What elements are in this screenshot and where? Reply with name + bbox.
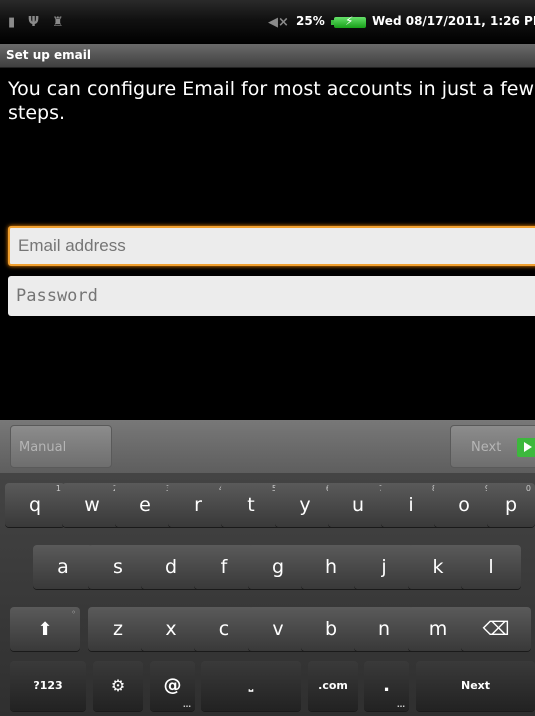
arrow-right-icon bbox=[517, 438, 535, 457]
key-x[interactable]: x bbox=[141, 607, 201, 651]
key-d[interactable]: d bbox=[141, 545, 201, 589]
keyboard-next-key[interactable]: Next bbox=[416, 661, 535, 711]
key-a[interactable]: a bbox=[33, 545, 93, 589]
key-e[interactable]: e3 bbox=[115, 483, 175, 527]
key-g[interactable]: g bbox=[248, 545, 308, 589]
space-key[interactable]: ⎵ bbox=[201, 661, 301, 711]
key-l[interactable]: l bbox=[461, 545, 521, 589]
key-r[interactable]: r4 bbox=[168, 483, 228, 527]
key-u[interactable]: u7 bbox=[328, 483, 388, 527]
password-field[interactable] bbox=[8, 276, 535, 316]
key-k[interactable]: k bbox=[408, 545, 468, 589]
key-c[interactable]: c bbox=[194, 607, 254, 651]
action-bar: Manual setup Next bbox=[0, 420, 535, 498]
next-label: Next bbox=[471, 440, 502, 455]
at-key[interactable]: @… bbox=[150, 661, 195, 711]
key-f[interactable]: f bbox=[194, 545, 254, 589]
key-t[interactable]: t5 bbox=[221, 483, 281, 527]
backspace-icon: ⌫ bbox=[482, 618, 510, 640]
key-o[interactable]: o9 bbox=[434, 483, 494, 527]
shift-key[interactable]: ⬆ ◦ bbox=[10, 607, 80, 651]
symbols-key[interactable]: ?123 bbox=[10, 661, 86, 711]
key-q[interactable]: q1 bbox=[5, 483, 65, 527]
manual-setup-button[interactable]: Manual setup bbox=[10, 425, 112, 498]
key-i[interactable]: i8 bbox=[381, 483, 441, 527]
key-s[interactable]: s bbox=[88, 545, 148, 589]
backspace-key[interactable]: ⌫ bbox=[461, 607, 531, 651]
battery-percent: 25% bbox=[296, 14, 325, 28]
key-n[interactable]: n bbox=[354, 607, 414, 651]
key-w[interactable]: w2 bbox=[62, 483, 122, 527]
key-j[interactable]: j bbox=[354, 545, 414, 589]
key-b[interactable]: b bbox=[301, 607, 361, 651]
period-key[interactable]: .… bbox=[364, 661, 409, 711]
settings-icon: ⚙ bbox=[110, 676, 126, 695]
key-p[interactable]: p0 bbox=[487, 483, 535, 527]
dotcom-key[interactable]: .com bbox=[308, 661, 358, 711]
settings-key[interactable]: ⚙ bbox=[93, 661, 143, 711]
key-h[interactable]: h bbox=[301, 545, 361, 589]
key-v[interactable]: v bbox=[248, 607, 308, 651]
sd-card-icon: ▮ bbox=[8, 15, 16, 30]
space-bar-icon: ⎵ bbox=[248, 679, 254, 692]
usb-icon: Ψ bbox=[28, 15, 40, 30]
intro-text: You can configure Email for most account… bbox=[8, 78, 535, 124]
page-title: Set up email bbox=[6, 48, 91, 62]
next-button[interactable]: Next bbox=[450, 425, 535, 468]
key-m[interactable]: m bbox=[408, 607, 468, 651]
android-debug-icon: ♜ bbox=[52, 15, 64, 30]
status-bar: ▮ Ψ ♜ ◀× 25% ⚡ Wed 08/17/2011, 1:26 PM bbox=[0, 0, 535, 44]
key-y[interactable]: y6 bbox=[275, 483, 335, 527]
soft-keyboard: q1 w2 e3 r4 t5 y6 u7 i8 o9 p0 a s d f g … bbox=[0, 473, 535, 716]
shift-icon: ⬆ bbox=[37, 619, 53, 640]
battery-charging-icon: ⚡ bbox=[331, 14, 366, 28]
volume-muted-icon: ◀× bbox=[268, 15, 289, 30]
title-bar: Set up email bbox=[0, 44, 535, 68]
status-datetime: Wed 08/17/2011, 1:26 PM bbox=[372, 14, 535, 28]
email-field[interactable] bbox=[8, 226, 535, 266]
key-z[interactable]: z bbox=[88, 607, 148, 651]
